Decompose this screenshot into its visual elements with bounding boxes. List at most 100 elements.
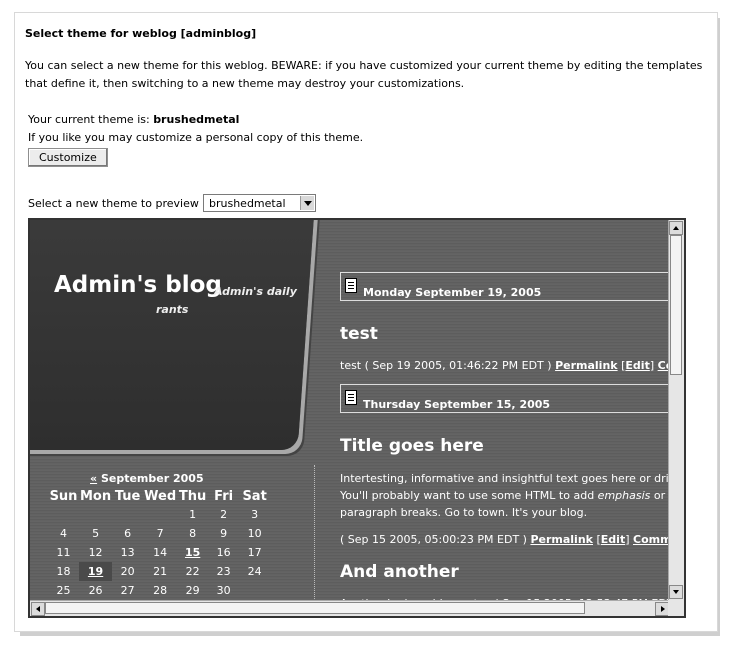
post-meta-text: ( Sep 15 2005, 05:00:23 PM EDT ) xyxy=(340,533,527,546)
scrollbar-corner xyxy=(668,600,684,616)
day-header: Thursday September 15, 2005 xyxy=(340,384,670,413)
post-title: Title goes here xyxy=(340,436,484,456)
weekday: Wed xyxy=(144,489,177,504)
calendar-month: September 2005 xyxy=(100,472,204,485)
scroll-down-icon[interactable] xyxy=(669,585,683,599)
post-body: Intertesting, informative and insightful… xyxy=(340,470,670,521)
calendar-day: 20 xyxy=(120,565,135,578)
calendar-day xyxy=(143,505,177,524)
vertical-scrollbar[interactable] xyxy=(668,220,684,600)
calendar-day: 24 xyxy=(247,565,262,578)
calendar-prev-link[interactable]: « xyxy=(90,472,97,485)
post-body-line: Intertesting, informative and insightful… xyxy=(340,472,670,485)
scroll-right-icon[interactable] xyxy=(655,602,669,616)
blog-title: Admin's blog xyxy=(54,272,222,298)
calendar-week: 25 26 27 28 29 30 xyxy=(48,581,270,600)
calendar-day: 22 xyxy=(185,565,200,578)
calendar-day-today[interactable]: 19 xyxy=(79,562,113,581)
calendar-day: 13 xyxy=(120,546,135,559)
calendar-week: 4 5 6 7 8 9 10 xyxy=(48,524,270,543)
calendar-header: « September 2005 xyxy=(90,472,204,485)
permalink-link[interactable]: Permalink xyxy=(530,533,593,546)
calendar-day: 12 xyxy=(88,546,103,559)
emphasis-text: emphasis xyxy=(597,489,651,502)
calendar-day: 16 xyxy=(216,546,231,559)
calendar-week: 18 19 20 21 22 23 24 xyxy=(48,562,270,581)
calendar-day: 25 xyxy=(56,584,71,597)
calendar-day: 29 xyxy=(185,584,200,597)
calendar-day xyxy=(48,505,79,524)
calendar-day xyxy=(112,505,143,524)
calendar-day: 2 xyxy=(220,508,228,521)
scroll-left-icon[interactable] xyxy=(31,602,45,616)
theme-preview-frame: Admin's blog Admin's daily rants « Septe… xyxy=(28,218,686,618)
calendar: Sun Mon Tue Wed Thu Fri Sat 1 2 3 4 5 6 xyxy=(48,488,270,600)
calendar-day: 21 xyxy=(153,565,168,578)
horizontal-scrollbar[interactable] xyxy=(30,600,670,616)
column-divider xyxy=(314,465,315,615)
calendar-day: 9 xyxy=(220,527,228,540)
day-title: Thursday September 15, 2005 xyxy=(363,398,551,411)
weekday: Fri xyxy=(214,489,234,504)
vertical-scroll-thumb[interactable] xyxy=(670,235,682,375)
weekday: Tue xyxy=(114,489,141,504)
weekday: Thu xyxy=(178,489,207,504)
day-title: Monday September 19, 2005 xyxy=(363,286,542,299)
post-meta: test ( Sep 19 2005, 01:46:22 PM EDT ) Pe… xyxy=(340,359,684,372)
theme-settings-page: Select theme for weblog [adminblog] You … xyxy=(14,12,718,632)
calendar-week: 11 12 13 14 15 16 17 xyxy=(48,543,270,562)
customize-text: If you like you may customize a personal… xyxy=(28,131,364,144)
customize-button[interactable]: Customize xyxy=(28,148,108,167)
weekday: Sat xyxy=(242,489,267,504)
calendar-day: 3 xyxy=(251,508,259,521)
calendar-day: 17 xyxy=(247,546,262,559)
page-title: Select theme for weblog [adminblog] xyxy=(25,27,257,40)
calendar-day: 28 xyxy=(153,584,168,597)
post-body-line: You'll probably want to use some HTML to… xyxy=(340,489,670,502)
calendar-day: 10 xyxy=(247,527,262,540)
current-theme-name: brushedmetal xyxy=(153,113,240,126)
calendar-day: 14 xyxy=(153,546,168,559)
day-header: Monday September 19, 2005 xyxy=(340,272,670,301)
calendar-week: 1 2 3 xyxy=(48,505,270,524)
calendar-day: 1 xyxy=(189,508,197,521)
scroll-up-icon[interactable] xyxy=(669,221,683,235)
calendar-day: 4 xyxy=(60,527,67,540)
dropdown-arrow-icon[interactable] xyxy=(300,196,314,210)
theme-select-value: brushedmetal xyxy=(209,197,286,210)
preview-label: Select a new theme to preview : xyxy=(28,197,207,210)
intro-text: You can select a new theme for this webl… xyxy=(25,59,703,90)
calendar-weekdays: Sun Mon Tue Wed Thu Fri Sat xyxy=(48,488,270,505)
weekday: Sun xyxy=(49,489,78,504)
current-theme-line: Your current theme is: brushedmetal xyxy=(28,113,239,126)
document-icon xyxy=(345,278,357,293)
calendar-day xyxy=(79,505,112,524)
post-title: test xyxy=(340,324,378,344)
post-meta: ( Sep 15 2005, 05:00:23 PM EDT ) Permali… xyxy=(340,533,684,546)
blog-subtitle: Admin's daily xyxy=(214,285,297,298)
post-meta-text: test ( Sep 19 2005, 01:46:22 PM EDT ) xyxy=(340,359,552,372)
post-body-line: paragraph breaks. Go to town. It's your … xyxy=(340,506,588,519)
calendar-day: 26 xyxy=(88,584,103,597)
post-title: And another xyxy=(340,562,459,582)
current-theme-label: Your current theme is: xyxy=(28,113,150,126)
edit-link[interactable]: Edit xyxy=(601,533,625,546)
calendar-day: 23 xyxy=(216,565,231,578)
calendar-day: 6 xyxy=(124,527,132,540)
edit-link[interactable]: Edit xyxy=(625,359,649,372)
calendar-day: 30 xyxy=(216,584,231,597)
weekday: Mon xyxy=(80,489,112,504)
calendar-day: 18 xyxy=(56,565,71,578)
calendar-day: 8 xyxy=(189,527,197,540)
calendar-day-link[interactable]: 15 xyxy=(177,543,208,562)
permalink-link[interactable]: Permalink xyxy=(555,359,618,372)
calendar-day: 27 xyxy=(120,584,135,597)
theme-select[interactable]: brushedmetal xyxy=(203,194,316,212)
calendar-day: 7 xyxy=(156,527,164,540)
document-icon xyxy=(345,390,357,405)
header-panel xyxy=(30,220,315,450)
calendar-day: 11 xyxy=(56,546,71,559)
horizontal-scroll-thumb[interactable] xyxy=(45,602,585,614)
calendar-day xyxy=(239,581,270,600)
blog-subtitle-cont: rants xyxy=(156,303,189,316)
